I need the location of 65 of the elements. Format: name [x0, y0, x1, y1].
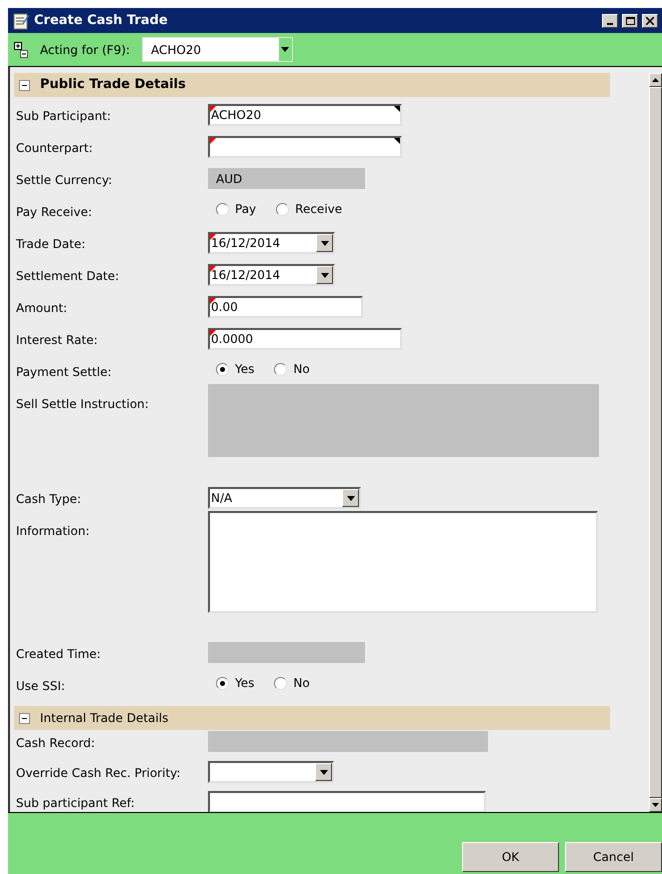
- radio-option[interactable]: No: [274, 360, 310, 378]
- collapse-icon[interactable]: [19, 712, 30, 724]
- section-title: Internal Trade Details: [40, 710, 168, 727]
- field-label: Sell Settle Instruction:: [15, 396, 150, 413]
- acting-for-dropdown[interactable]: ACHO20: [142, 37, 293, 62]
- radio-option[interactable]: Yes: [216, 360, 254, 378]
- minimize-button[interactable]: [602, 14, 618, 28]
- section-title: Public Trade Details: [40, 76, 186, 94]
- field-label: Interest Rate:: [15, 332, 99, 349]
- dropdown[interactable]: N/A: [208, 487, 361, 509]
- field-label: Payment Settle:: [15, 364, 113, 381]
- section-header[interactable]: Public Trade Details: [14, 73, 610, 97]
- ok-button[interactable]: OK: [462, 842, 559, 872]
- caret-icon: [346, 496, 354, 500]
- date-picker[interactable]: 16/12/2014: [208, 264, 335, 286]
- cancel-button[interactable]: Cancel: [565, 842, 662, 872]
- input-field[interactable]: 0.00: [208, 296, 363, 318]
- field-label: Sub Participant:: [15, 108, 112, 125]
- date-picker[interactable]: 16/12/2014: [208, 232, 335, 254]
- field-label: Trade Date:: [15, 236, 86, 253]
- field-label: Counterpart:: [15, 140, 94, 157]
- field-label: Pay Receive:: [15, 204, 93, 221]
- maximize-button[interactable]: [622, 14, 638, 28]
- close-button[interactable]: [642, 14, 658, 28]
- notepad-icon: [12, 12, 30, 30]
- field-label: Amount:: [15, 300, 68, 317]
- radio-button[interactable]: [216, 676, 229, 690]
- radio-option[interactable]: Receive: [276, 200, 342, 218]
- section-header[interactable]: Internal Trade Details: [14, 706, 610, 730]
- field-label: Created Time:: [15, 646, 102, 663]
- radio-button[interactable]: [274, 676, 288, 690]
- field-label: Use SSI:: [15, 678, 66, 695]
- acting-for-label: Acting for (F9):: [40, 42, 130, 58]
- caret-icon: [320, 272, 328, 278]
- field-label: Cash Type:: [15, 491, 82, 508]
- scroll-down-icon[interactable]: [652, 803, 659, 807]
- field-label: Settle Currency:: [15, 172, 114, 189]
- field-label: Information:: [15, 523, 91, 540]
- expand-collapse-icon[interactable]: [14, 42, 28, 58]
- radio-button[interactable]: [274, 362, 288, 376]
- radio-option[interactable]: Pay: [216, 200, 256, 218]
- field-label: Settlement Date:: [15, 268, 120, 285]
- radio-button[interactable]: [216, 202, 229, 216]
- radio-option[interactable]: Yes: [216, 674, 254, 692]
- radio-option[interactable]: No: [274, 674, 310, 692]
- dropdown[interactable]: [208, 761, 334, 783]
- field-label: Override Cash Rec. Priority:: [15, 765, 182, 782]
- readonly-field: AUD: [208, 168, 365, 189]
- field-label: Sub participant Ref:: [15, 795, 136, 812]
- scroll-up-icon[interactable]: [652, 78, 659, 82]
- caret-icon: [320, 240, 328, 246]
- caret-icon: [320, 770, 328, 774]
- input-field[interactable]: ACHO20: [208, 104, 402, 126]
- radio-button[interactable]: [216, 362, 229, 376]
- input-field[interactable]: [208, 136, 402, 158]
- field-label: Cash Record:: [15, 735, 96, 752]
- radio-button[interactable]: [276, 202, 290, 216]
- collapse-icon[interactable]: [19, 80, 30, 90]
- input-field[interactable]: 0.0000: [208, 328, 402, 350]
- window-title: Create Cash Trade: [34, 12, 169, 30]
- scrollbar[interactable]: [649, 73, 662, 812]
- close-icon: [646, 16, 654, 24]
- text-area[interactable]: [208, 511, 598, 613]
- caret-icon: [281, 47, 290, 52]
- input-field[interactable]: [208, 791, 486, 812]
